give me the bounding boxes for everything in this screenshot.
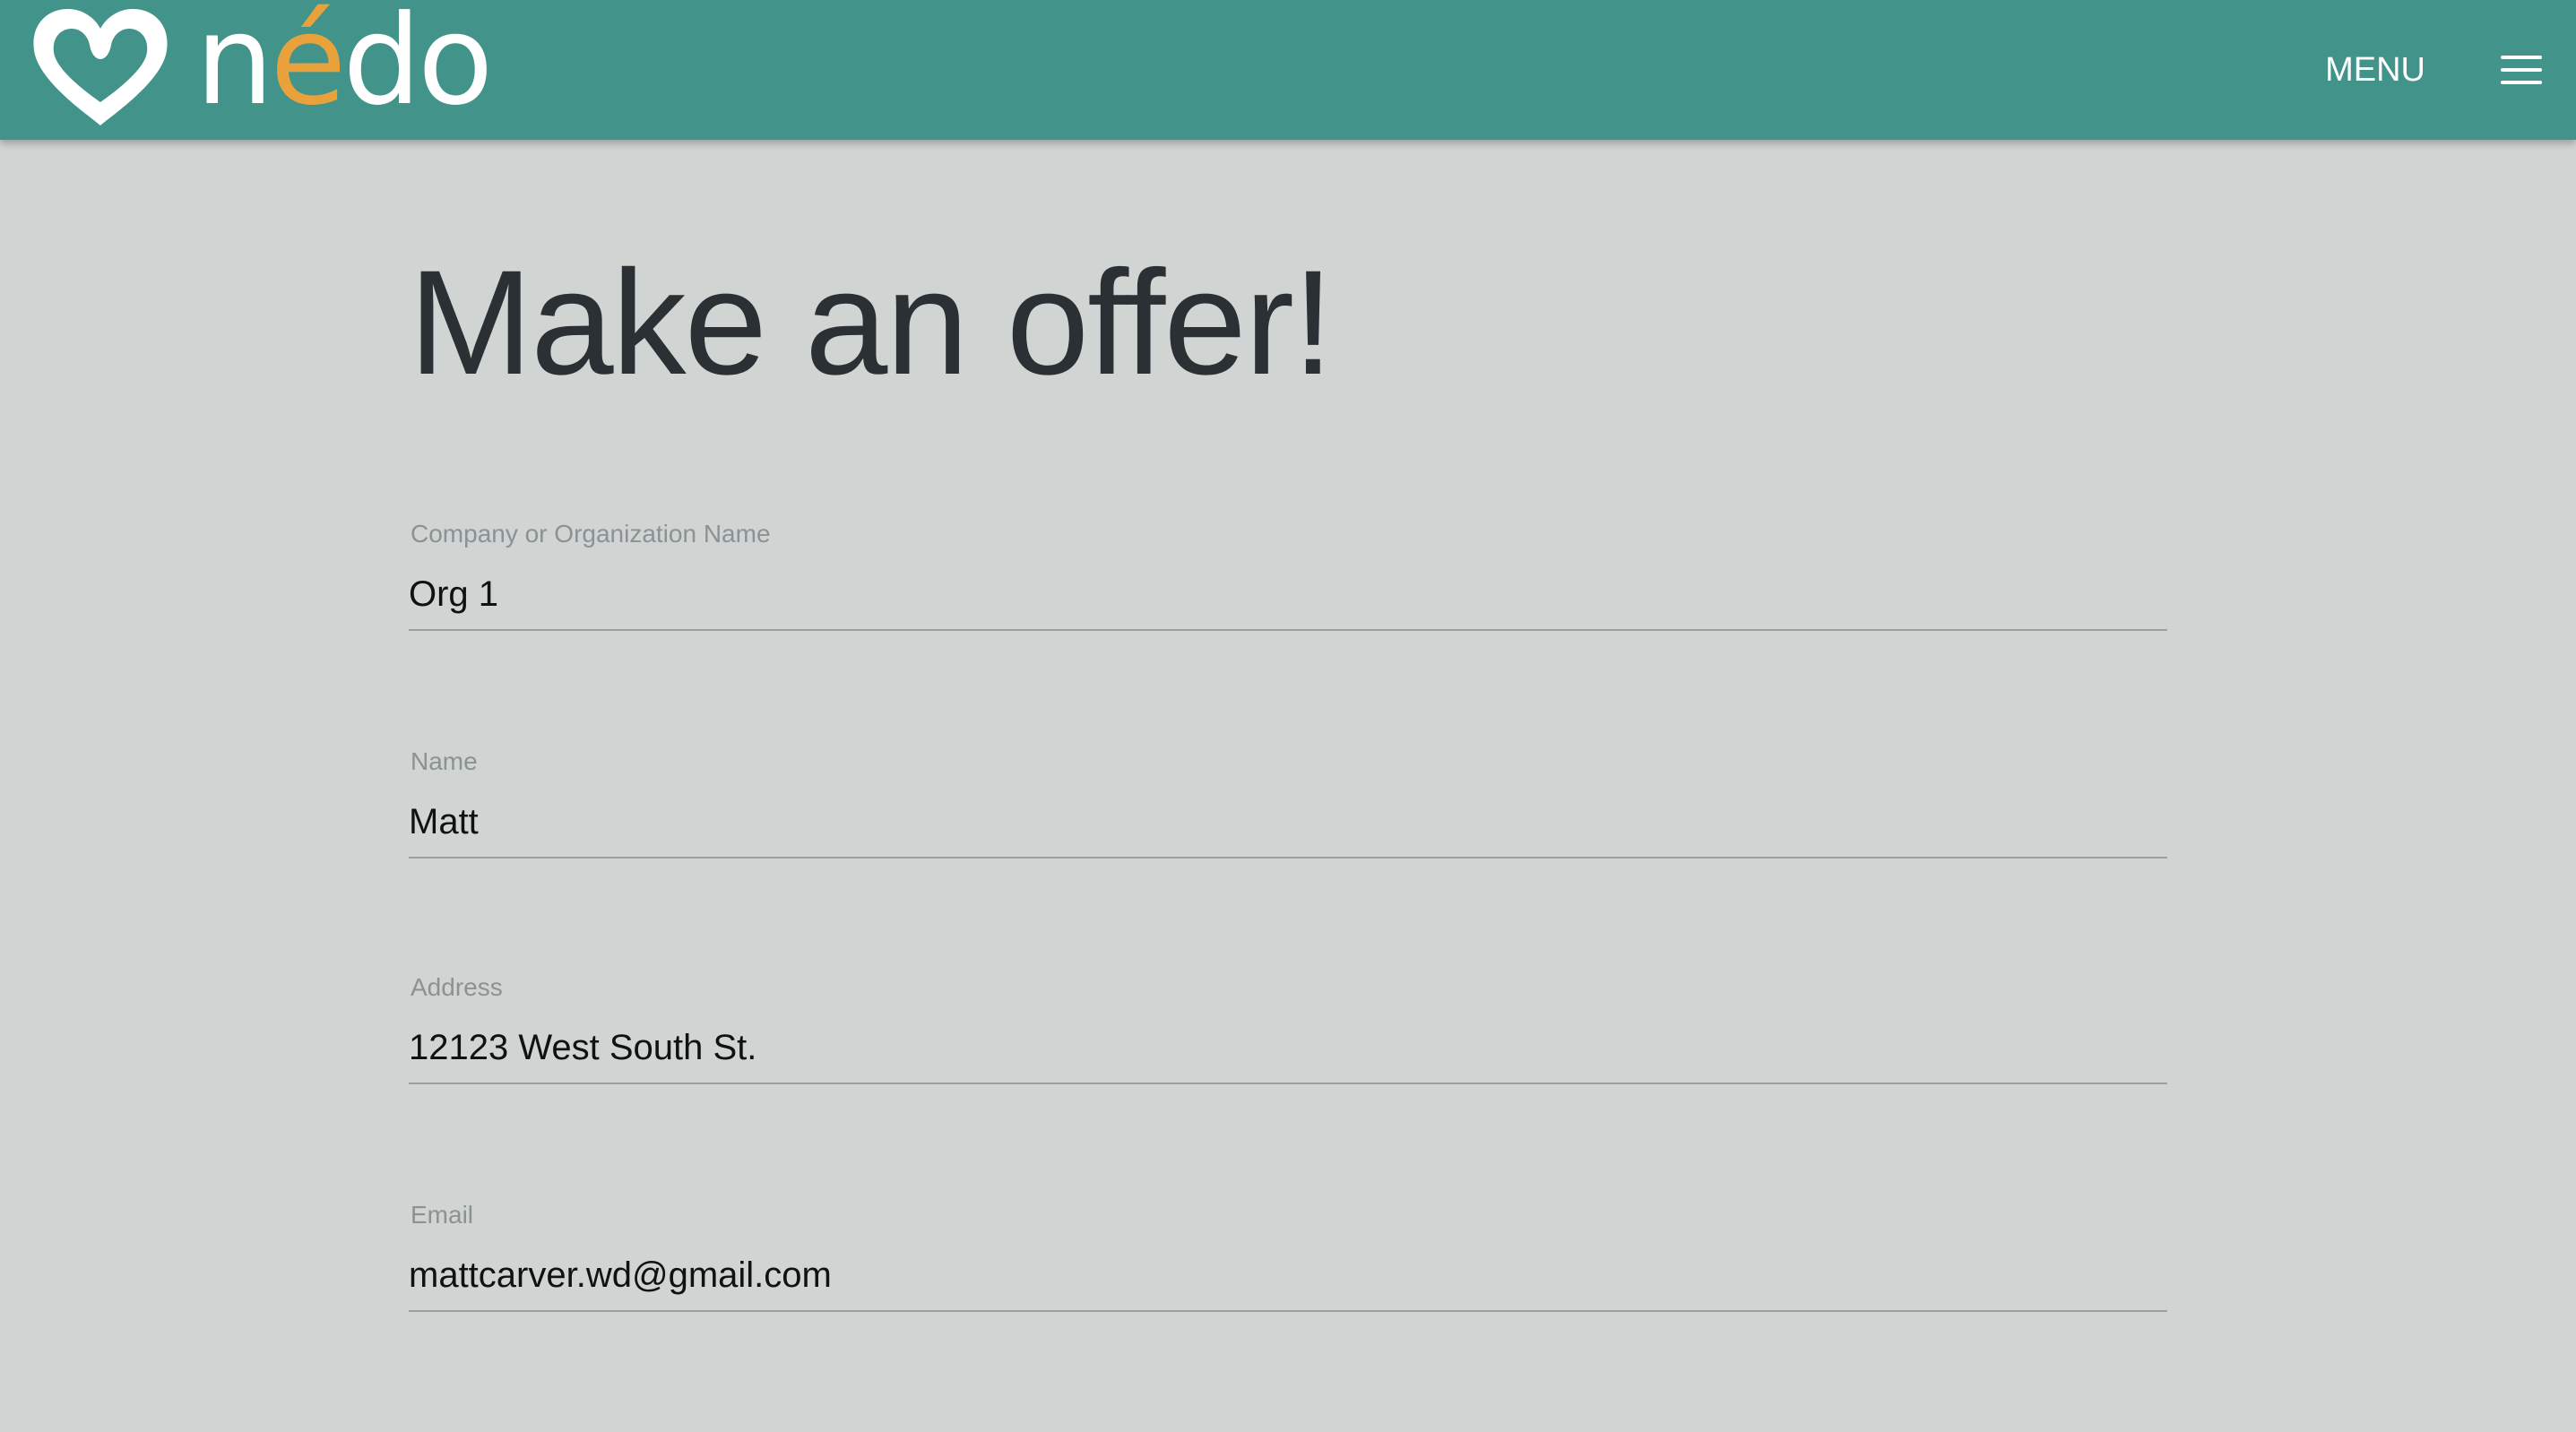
brand-wordmark-start: n bbox=[195, 0, 273, 133]
hamburger-line bbox=[2501, 56, 2542, 59]
page-title: Make an offer! bbox=[409, 240, 1334, 406]
company-name-field: Company or Organization Name bbox=[409, 520, 2167, 663]
hamburger-line bbox=[2501, 68, 2542, 72]
heart-icon bbox=[33, 9, 168, 125]
company-name-label: Company or Organization Name bbox=[411, 520, 771, 548]
address-field: Address bbox=[409, 973, 2167, 1117]
company-name-input[interactable] bbox=[409, 559, 2167, 631]
name-input[interactable] bbox=[409, 787, 2167, 858]
address-input[interactable] bbox=[409, 1013, 2167, 1084]
menu-button[interactable]: MENU bbox=[2325, 0, 2576, 140]
brand-wordmark-accent: é bbox=[270, 0, 346, 133]
top-navigation-bar: nédo MENU bbox=[0, 0, 2576, 140]
brand-wordmark: nédo bbox=[195, 0, 493, 123]
name-label: Name bbox=[411, 747, 478, 775]
address-label: Address bbox=[411, 973, 503, 1001]
email-label: Email bbox=[411, 1201, 474, 1229]
name-field: Name bbox=[409, 747, 2167, 891]
menu-label: MENU bbox=[2325, 50, 2425, 89]
hamburger-line bbox=[2501, 81, 2542, 84]
hamburger-icon[interactable] bbox=[2501, 56, 2542, 84]
brand-wordmark-end: do bbox=[342, 0, 493, 133]
email-field: Email bbox=[409, 1201, 2167, 1344]
email-input[interactable] bbox=[409, 1240, 2167, 1312]
brand-logo-link[interactable]: nédo bbox=[25, 0, 493, 131]
